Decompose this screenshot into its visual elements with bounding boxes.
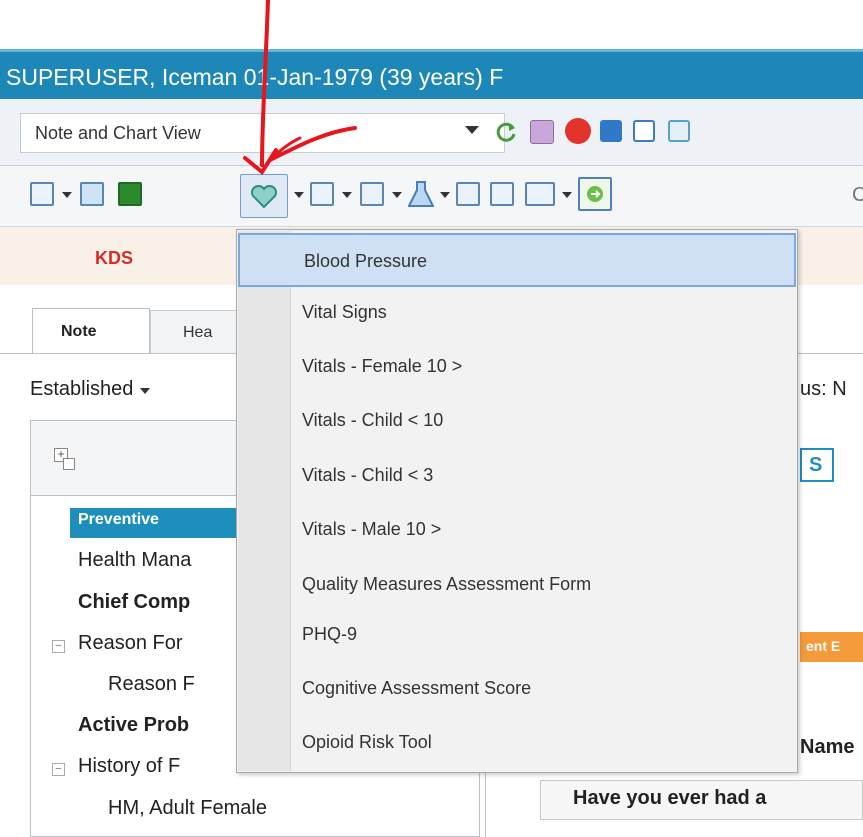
lab-flask-icon[interactable] [407,180,435,213]
menu-item-label: Vital Signs [302,302,387,322]
menu-item-vitals-male[interactable]: Vitals - Male 10 > [238,503,796,557]
tree-item-active-problems[interactable]: Active Prob [78,714,189,737]
tab-note[interactable]: Note [32,308,150,354]
tree-item-reason-for-visit[interactable]: Reason For [78,632,183,655]
collapse-toggle-icon[interactable]: − [52,763,65,776]
chevron-down-icon[interactable] [62,192,72,198]
collapse-all-icon[interactable] [63,458,75,470]
rx-icon[interactable] [118,182,142,206]
procedure-icon[interactable] [310,182,334,206]
orange-button[interactable]: ent E [800,632,863,662]
info-icon[interactable] [600,120,622,142]
tab-note-label: Note [61,323,97,340]
refresh-icon[interactable] [495,120,517,142]
menu-item-label: Vitals - Male 10 > [302,519,442,539]
toolbar-truncated-label: C [852,184,863,206]
menu-item-vitals-child-10[interactable]: Vitals - Child < 10 [238,394,796,448]
menu-item-blood-pressure[interactable]: Blood Pressure [238,233,796,287]
share-icon[interactable] [490,182,514,206]
calendar-icon[interactable] [633,120,655,142]
menu-item-phq9[interactable]: PHQ-9 [238,608,796,662]
layout-icon[interactable] [30,182,54,206]
chevron-down-icon[interactable] [562,192,572,198]
collapse-toggle-icon[interactable]: − [52,640,65,653]
tree-item-health-management[interactable]: Health Mana [78,549,191,572]
menu-item-label: PHQ-9 [302,624,358,644]
menu-item-vitals-female[interactable]: Vitals - Female 10 > [238,340,796,394]
chevron-down-icon[interactable] [440,192,450,198]
tree-item-hm-adult-female[interactable]: HM, Adult Female [108,797,267,820]
menu-item-label: Vitals - Female 10 > [302,356,463,376]
alert-icon[interactable] [565,118,591,144]
tree-item-history[interactable]: History of F [78,755,180,778]
menu-item-label: Vitals - Child < 10 [302,410,444,430]
patient-title-bar: SUPERUSER, Iceman 01-Jan-1979 (39 years)… [0,49,863,99]
checkin-icon[interactable] [578,177,612,211]
chevron-down-icon[interactable] [140,388,150,394]
menu-item-cognitive-assessment[interactable]: Cognitive Assessment Score [238,662,796,716]
question-row: Have you ever had a [540,780,863,820]
menu-item-opioid-risk-tool[interactable]: Opioid Risk Tool [238,716,796,770]
name-label: Name [800,736,855,758]
menu-item-label: Opioid Risk Tool [302,732,432,752]
template-icon[interactable] [525,182,555,206]
tree-item-label: Preventive [78,511,159,528]
encounter-type-select[interactable]: Established [30,378,133,401]
chevron-down-icon[interactable] [342,192,352,198]
menu-item-vital-signs[interactable]: Vital Signs [238,286,796,340]
report-icon[interactable] [668,120,690,142]
tab-health[interactable]: Hea [150,310,240,354]
kds-label[interactable]: KDS [95,248,133,269]
menu-item-label: Vitals - Child < 3 [302,465,434,485]
tree-item-chief-complaint[interactable]: Chief Comp [78,591,190,614]
s-button[interactable]: S [800,448,834,482]
document-icon[interactable] [360,182,384,206]
tree-item-preventive[interactable]: Preventive [70,508,250,538]
status-text: us: N [800,378,847,400]
scan-icon[interactable] [456,182,480,206]
view-select[interactable]: Note and Chart View [20,113,505,153]
chevron-down-icon[interactable] [465,126,479,134]
question-text: Have you ever had a [573,787,767,809]
menu-item-label: Quality Measures Assessment Form [302,574,592,594]
menu-item-label: Cognitive Assessment Score [302,678,532,698]
tree-item-reason-sub[interactable]: Reason F [108,673,195,696]
vitals-heart-icon[interactable] [240,174,288,218]
menu-item-label: Blood Pressure [304,251,428,271]
tab-health-label: Hea [183,324,213,341]
patient-title: SUPERUSER, Iceman 01-Jan-1979 (39 years)… [6,64,504,90]
notes-icon[interactable] [530,120,554,144]
chevron-down-icon[interactable] [294,192,304,198]
patient-icon[interactable] [80,182,104,206]
view-select-value: Note and Chart View [35,123,201,143]
menu-item-quality-measures[interactable]: Quality Measures Assessment Form [238,558,796,612]
menu-item-vitals-child-3[interactable]: Vitals - Child < 3 [238,449,796,503]
chevron-down-icon[interactable] [392,192,402,198]
